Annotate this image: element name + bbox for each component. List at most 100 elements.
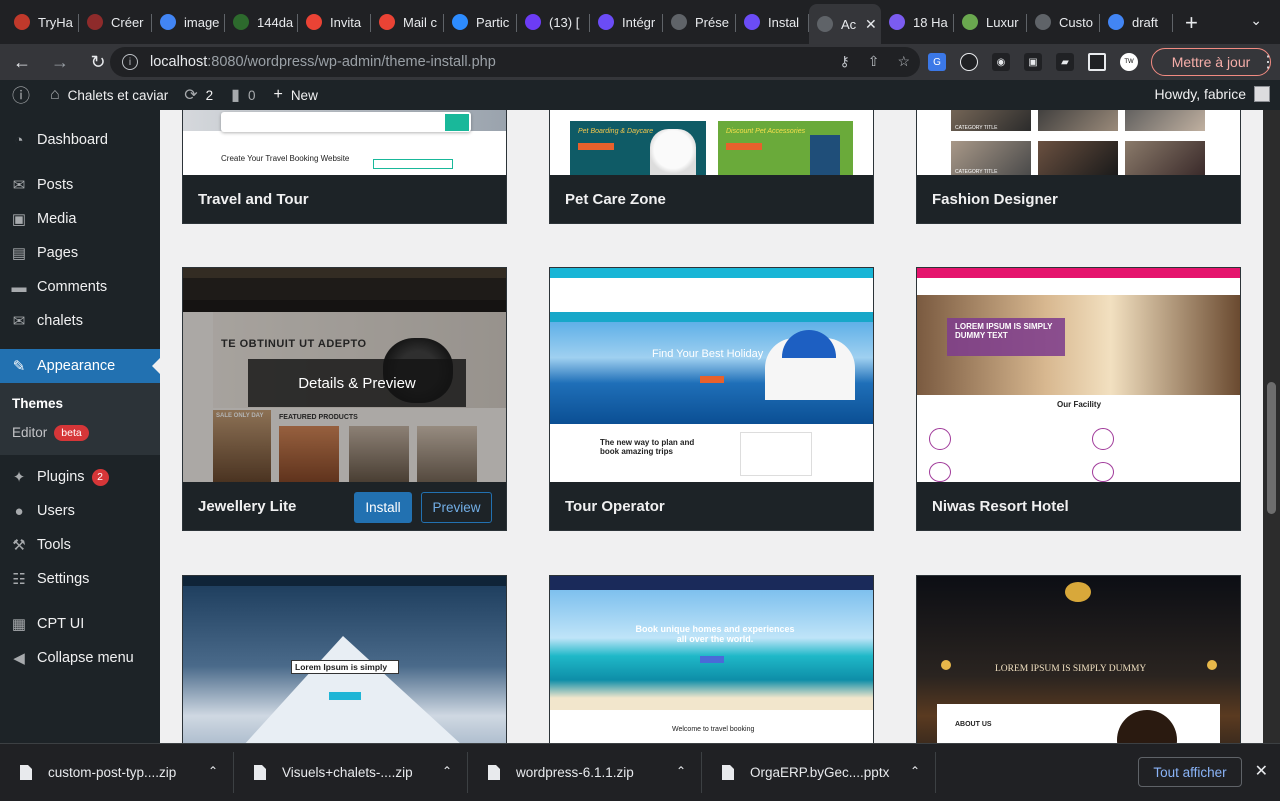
browser-tab[interactable]: Invita [298, 4, 371, 40]
sidebar-item-label: Settings [37, 571, 90, 587]
comments-link[interactable]: ▮ 0 [231, 85, 255, 105]
submenu-themes[interactable]: Themes [0, 389, 160, 418]
close-icon[interactable]: ✕ [1255, 761, 1268, 781]
sidebar-item-label: Posts [37, 177, 74, 193]
tab-title: draft [1132, 14, 1159, 30]
submenu-editor[interactable]: Editor beta [0, 418, 160, 447]
theme-card[interactable]: CATEGORY TITLE CATEGORY TITLE Fashion De… [916, 110, 1241, 224]
chevron-up-icon[interactable]: ⌃ [208, 764, 218, 778]
theme-card[interactable]: Create Your Travel Booking Website Trave… [182, 110, 507, 224]
browser-tab[interactable]: 18 Ha [881, 4, 954, 40]
extension-circle-icon[interactable] [960, 53, 978, 71]
download-item[interactable]: Visuels+chalets-....zip ⌃ [234, 744, 468, 801]
leaf-icon [233, 14, 249, 30]
download-item[interactable]: wordpress-6.1.1.zip ⌃ [468, 744, 702, 801]
profile-avatar-icon[interactable]: TW [1120, 53, 1138, 71]
address-bar[interactable]: i localhost:8080/wordpress/wp-admin/them… [110, 47, 920, 77]
sidebar-item-dashboard[interactable]: ◔ Dashboard [0, 123, 160, 157]
tripadvisor-extension-icon[interactable]: ◉ [992, 53, 1010, 71]
site-name-link[interactable]: ⌂ Chalets et caviar [50, 86, 168, 104]
scrollbar-thumb[interactable] [1267, 382, 1276, 514]
theme-name: Niwas Resort Hotel [917, 482, 1240, 530]
sidebar-item-appearance[interactable]: ✎ Appearance [0, 349, 160, 383]
browser-tab[interactable]: (13) [ [517, 4, 590, 40]
puzzle-extensions-icon[interactable]: ▰ [1056, 53, 1074, 71]
user-account-menu[interactable]: Howdy, fabrice [1154, 86, 1270, 102]
sidebar-item-label: Plugins [37, 469, 85, 485]
update-browser-button[interactable]: Mettre à jour [1151, 48, 1271, 76]
browser-menu-icon[interactable]: ⋮ [1260, 52, 1276, 72]
page-scrollbar[interactable] [1263, 110, 1280, 743]
chevron-up-icon[interactable]: ⌃ [910, 764, 920, 778]
browser-tab[interactable]: Prése [663, 4, 736, 40]
browser-tab[interactable]: Mail c [371, 4, 444, 40]
camera-extension-icon[interactable]: ▣ [1024, 53, 1042, 71]
side-panel-icon[interactable] [1088, 53, 1106, 71]
install-button[interactable]: Install [354, 492, 412, 523]
browser-tab[interactable]: Custo [1027, 4, 1100, 40]
sidebar-item-collapse-menu[interactable]: ◀ Collapse menu [0, 641, 160, 675]
preview-button[interactable]: Preview [421, 492, 492, 523]
sidebar-item-comments[interactable]: ▬ Comments [0, 270, 160, 304]
sidebar-item-media[interactable]: ▣ Media [0, 202, 160, 236]
tab-title: Prése [695, 14, 729, 30]
file-icon [254, 764, 266, 780]
new-tab-button[interactable]: + [1185, 10, 1198, 36]
sidebar-item-posts[interactable]: ✉ Posts [0, 168, 160, 202]
sidebar-item-settings[interactable]: ☷ Settings [0, 562, 160, 596]
chevron-up-icon[interactable]: ⌃ [442, 764, 452, 778]
show-all-downloads-button[interactable]: Tout afficher [1138, 757, 1242, 787]
browser-tab[interactable]: Ac ✕ [809, 4, 881, 44]
dashboard-icon: ◔ [14, 131, 24, 149]
tools-icon: ⚒ [12, 537, 26, 554]
theme-card[interactable]: LOREM IPSUM IS SIMPLY DUMMY ABOUT US [916, 575, 1241, 743]
theme-screenshot: Lorem Ipsum is simply [183, 576, 506, 743]
sidebar-item-users[interactable]: ● Users [0, 494, 160, 528]
download-item[interactable]: OrgaERP.byGec....pptx ⌃ [702, 744, 936, 801]
browser-tab[interactable]: Créer [79, 4, 152, 40]
share-icon[interactable]: ⇧ [868, 53, 880, 70]
settings-icon: ☷ [12, 571, 26, 588]
d-logo-icon [598, 14, 614, 30]
theme-card[interactable]: TE OBTINUIT UT ADEPTO SALE ONLY DAY FEAT… [182, 267, 507, 531]
theme-card[interactable]: LOREM IPSUM IS SIMPLY DUMMY TEXT Our Fac… [916, 267, 1241, 531]
sidebar-item-pages[interactable]: ▤ Pages [0, 236, 160, 270]
browser-tab[interactable]: image [152, 4, 225, 40]
site-info-icon[interactable]: i [122, 54, 138, 70]
sidebar-item-chalets[interactable]: ✉ chalets [0, 304, 160, 338]
tab-title: image [184, 14, 220, 30]
tab-title: Mail c [403, 14, 437, 30]
sidebar-item-cpt-ui[interactable]: ▦ CPT UI [0, 607, 160, 641]
browser-tab[interactable]: TryHa [6, 4, 79, 40]
browser-tab[interactable]: Intégr [590, 4, 663, 40]
browser-tab[interactable]: Partic [444, 4, 517, 40]
browser-tab[interactable]: draft [1100, 4, 1173, 40]
forward-button[interactable]: → [44, 46, 76, 78]
chevron-up-icon[interactable]: ⌃ [676, 764, 686, 778]
sidebar-item-label: Pages [37, 245, 79, 261]
theme-card[interactable]: Find Your Best Holiday The new way to pl… [549, 267, 874, 531]
download-item[interactable]: custom-post-typ....zip ⌃ [0, 744, 234, 801]
tab-title: 144da [257, 14, 294, 30]
translate-extension-icon[interactable]: G [928, 53, 946, 71]
bookmark-star-icon[interactable]: ☆ [897, 53, 910, 70]
new-content-link[interactable]: + New [273, 86, 317, 104]
updates-link[interactable]: ⟳ 2 [184, 85, 213, 105]
tryhackme-icon [14, 14, 30, 30]
theme-card[interactable]: Pet Boarding & Daycare Discount Pet Acce… [549, 110, 874, 224]
theme-card[interactable]: Book unique homes and experiences all ov… [549, 575, 874, 743]
admin-sidebar: ◔ Dashboard ✉ Posts ▣ Media ▤ Pages ▬ Comments ✉ ch… [0, 110, 160, 743]
sidebar-item-tools[interactable]: ⚒ Tools [0, 528, 160, 562]
back-button[interactable]: ← [6, 46, 38, 78]
browser-tab[interactable]: Instal [736, 4, 809, 40]
wordpress-logo-icon[interactable]: ⓘ [12, 82, 38, 108]
browser-tab[interactable]: Luxur [954, 4, 1027, 40]
browser-tab[interactable]: 144da [225, 4, 298, 40]
theme-card[interactable]: Lorem Ipsum is simply [182, 575, 507, 743]
tab-search-icon[interactable]: ⌄ [1250, 12, 1262, 29]
sidebar-item-plugins[interactable]: ✦ Plugins 2 [0, 460, 160, 494]
details-preview-button[interactable]: Details & Preview [248, 359, 466, 407]
key-icon[interactable]: ⚷ [839, 53, 849, 70]
close-tab-icon[interactable]: ✕ [865, 16, 877, 33]
beta-badge: beta [54, 424, 89, 441]
